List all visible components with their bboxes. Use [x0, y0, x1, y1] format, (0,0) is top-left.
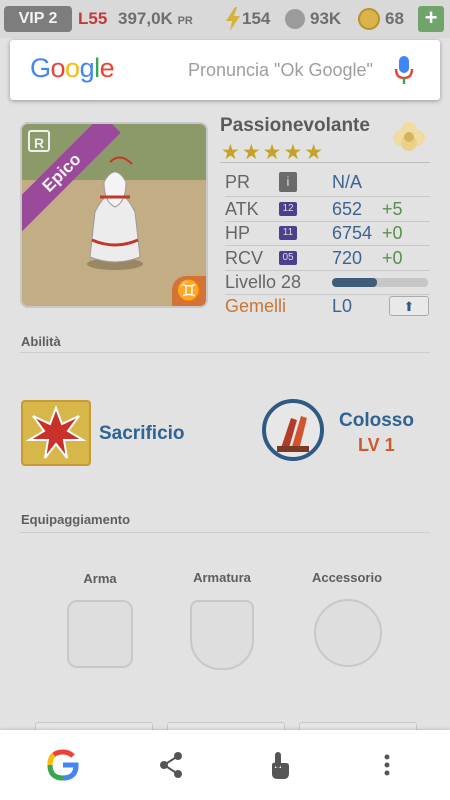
skill-name-sacrificio[interactable]: Sacrificio: [99, 423, 185, 445]
divider: [225, 270, 430, 271]
level-progress-fill: [332, 278, 378, 287]
zodiac-sign-label: Gemelli: [225, 296, 287, 316]
stat-bonus-hp: +0: [382, 223, 403, 243]
divider: [20, 532, 430, 533]
google-logo: Google: [30, 53, 115, 83]
hero-portrait[interactable]: R Epico ♊: [20, 122, 208, 308]
skill-level: LV 1: [358, 435, 395, 455]
divider: [220, 162, 430, 163]
power-rating: 397,0K PR: [118, 9, 193, 28]
stat-label-rcv: RCV: [225, 248, 264, 268]
stat-value-atk: 652: [332, 199, 363, 219]
coin-count: 68: [385, 9, 404, 28]
energy-count: 154: [242, 9, 271, 28]
stat-value-rcv: 720: [332, 248, 363, 268]
search-placeholder[interactable]: Pronuncia "Ok Google": [188, 60, 373, 81]
stat-badge-rcv: 05: [279, 251, 297, 265]
divider: [225, 196, 430, 197]
bottom-tab-edges: [0, 722, 450, 731]
weapon-slot[interactable]: [67, 600, 133, 668]
google-g-icon[interactable]: [46, 748, 80, 782]
level-progress-bar: [332, 278, 428, 287]
stat-label-pr: PR: [225, 172, 251, 192]
stat-label-hp: HP: [225, 223, 251, 243]
divider: [20, 352, 430, 353]
vip-badge[interactable]: VIP 2: [4, 6, 72, 32]
equipment-heading: Equipaggiamento: [21, 512, 131, 527]
microphone-icon[interactable]: [394, 56, 414, 86]
stat-badge-hp: 11: [279, 226, 297, 240]
rarity-badge: R: [28, 130, 50, 152]
zodiac-icon: ♊: [172, 276, 206, 306]
stat-badge-atk: 12: [279, 202, 297, 216]
touch-icon[interactable]: [262, 748, 296, 782]
game-status-bar: VIP 2 L55 397,0K PR 154 93K 68 +: [0, 0, 450, 38]
more-vert-icon[interactable]: [370, 748, 404, 782]
google-search-bar[interactable]: Google Pronuncia "Ok Google": [10, 40, 440, 100]
hero-creature-image: [87, 156, 143, 270]
lightning-icon: [226, 7, 240, 31]
divider: [225, 221, 430, 222]
hero-name: Passionevolante: [220, 115, 370, 136]
stat-bonus-rcv: +0: [382, 248, 403, 268]
skill-name-colosso[interactable]: Colosso: [339, 410, 414, 432]
player-level: L55: [78, 9, 108, 28]
sacrifice-skill-icon[interactable]: [21, 400, 91, 466]
slot-label-armor: Armatura: [193, 570, 251, 585]
divider: [225, 294, 430, 295]
assistant-action-bar: [0, 730, 450, 800]
info-icon[interactable]: i: [279, 172, 297, 192]
stat-bonus-atk: +5: [382, 199, 403, 219]
slot-label-weapon: Arma: [83, 571, 117, 586]
flower-icon[interactable]: [392, 120, 426, 152]
explosion-icon: [25, 405, 87, 459]
colossus-skill-icon[interactable]: [261, 398, 325, 462]
add-currency-button[interactable]: +: [418, 6, 444, 32]
zodiac-sign-level: L0: [332, 296, 353, 316]
paw-icon: [285, 9, 305, 29]
upgrade-button[interactable]: ⬆: [389, 296, 429, 316]
share-icon[interactable]: [154, 748, 188, 782]
armor-slot[interactable]: [190, 600, 254, 670]
stat-value-hp: 6754: [332, 223, 373, 243]
divider: [225, 245, 430, 246]
accessory-slot[interactable]: [314, 599, 382, 667]
paw-count: 93K: [310, 9, 342, 28]
slot-label-accessory: Accessorio: [311, 570, 383, 585]
stat-value-pr: N/A: [332, 172, 363, 192]
level-label: Livello 28: [225, 272, 302, 292]
stat-label-atk: ATK: [225, 199, 259, 219]
abilities-heading: Abilità: [21, 334, 61, 349]
coin-icon: [358, 8, 380, 30]
